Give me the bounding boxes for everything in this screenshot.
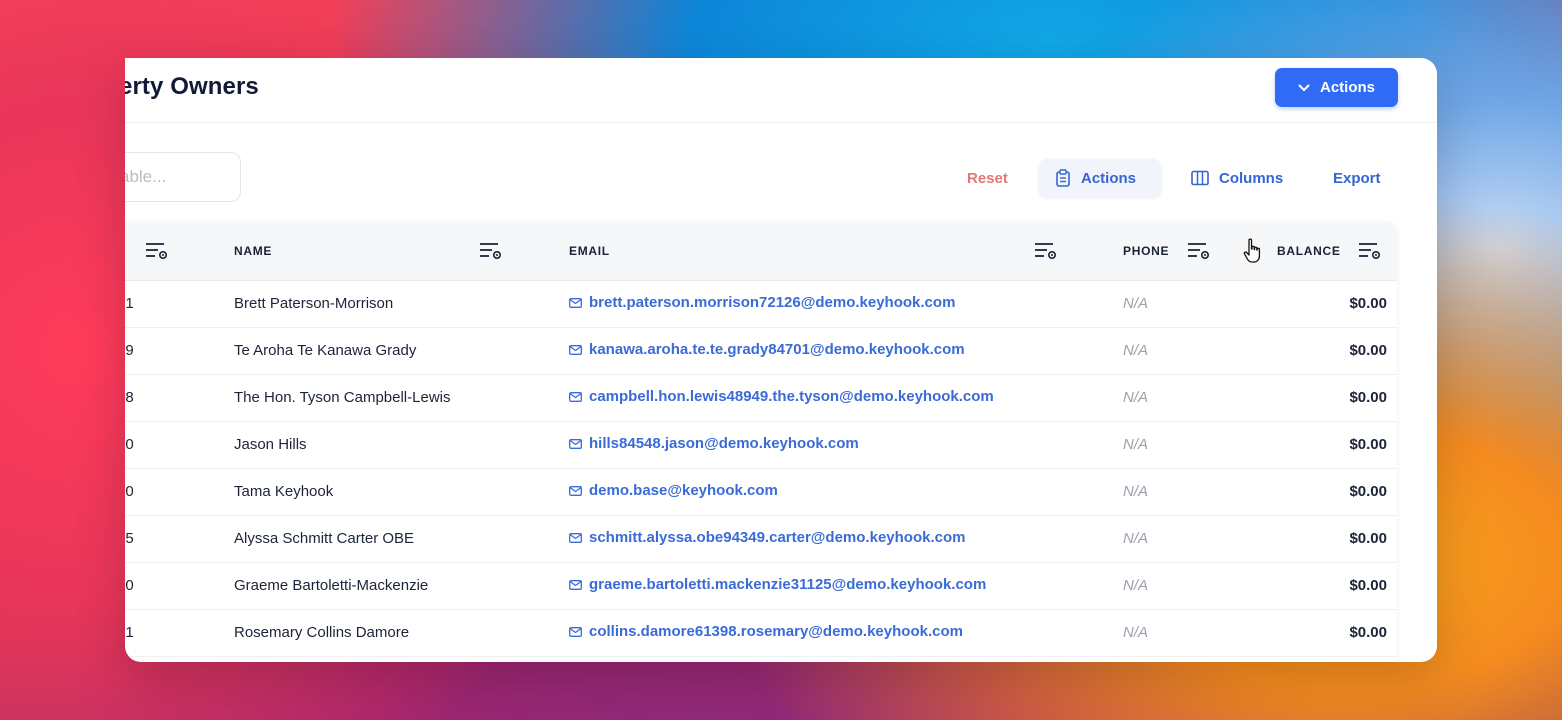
- header-email[interactable]: EMAIL: [569, 244, 610, 258]
- cell-name: Jason Hills: [234, 436, 307, 453]
- cell-phone: N/A: [1123, 389, 1149, 406]
- table-row[interactable]: 40 Graeme Bartoletti-Mackenzie graeme.ba…: [125, 563, 1397, 610]
- column-settings-icon[interactable]: [479, 241, 503, 268]
- page-title: erty Owners: [125, 73, 259, 100]
- cell-id: 31: [125, 295, 134, 312]
- mail-icon: [569, 626, 582, 637]
- primary-actions-label: Actions: [1319, 79, 1375, 96]
- cell-phone: N/A: [1123, 295, 1149, 312]
- cell-id: 30: [125, 483, 134, 500]
- clipboard-icon: [1056, 169, 1070, 187]
- property-owners-window: erty Owners Actions able... Reset Action…: [125, 58, 1437, 662]
- cell-name: Rosemary Collins Damore: [234, 624, 410, 641]
- cell-id: 29: [125, 342, 134, 359]
- table-toolbar: able... Reset Actions Columns Export: [125, 123, 1437, 221]
- cell-balance: $0.00: [1349, 295, 1387, 312]
- table-row[interactable]: 31 Brett Paterson-Morrison brett.paterso…: [125, 281, 1397, 328]
- cell-phone: N/A: [1123, 436, 1149, 453]
- mail-icon: [569, 438, 582, 449]
- cell-name: Brett Paterson-Morrison: [234, 295, 394, 312]
- cell-email[interactable]: hills84548.jason@demo.keyhook.com: [569, 435, 859, 452]
- column-settings-icon[interactable]: [1187, 241, 1211, 268]
- email-link[interactable]: graeme.bartoletti.mackenzie31125@demo.ke…: [589, 576, 986, 593]
- cell-email[interactable]: graeme.bartoletti.mackenzie31125@demo.ke…: [569, 576, 986, 593]
- cell-phone: N/A: [1123, 342, 1149, 359]
- reset-label: Reset: [967, 169, 1008, 187]
- primary-actions-button[interactable]: Actions: [1275, 68, 1398, 107]
- mail-icon: [569, 485, 582, 496]
- table-row[interactable]: 35 Alyssa Schmitt Carter OBE schmitt.aly…: [125, 516, 1397, 563]
- cell-balance: $0.00: [1349, 577, 1387, 594]
- cell-email[interactable]: kanawa.aroha.te.te.grady84701@demo.keyho…: [569, 341, 965, 358]
- email-link[interactable]: campbell.hon.lewis48949.the.tyson@demo.k…: [589, 388, 994, 405]
- cell-phone: N/A: [1123, 624, 1149, 641]
- email-link[interactable]: schmitt.alyssa.obe94349.carter@demo.keyh…: [589, 529, 965, 546]
- table-actions-label: Actions: [1081, 169, 1137, 187]
- export-button[interactable]: Export: [1317, 159, 1397, 197]
- mail-icon: [569, 579, 582, 590]
- cell-email[interactable]: schmitt.alyssa.obe94349.carter@demo.keyh…: [569, 529, 965, 546]
- email-link[interactable]: hills84548.jason@demo.keyhook.com: [589, 435, 859, 452]
- export-label: Export: [1333, 169, 1381, 187]
- columns-label: Columns: [1219, 169, 1284, 187]
- table-row[interactable]: 38 The Hon. Tyson Campbell-Lewis campbel…: [125, 375, 1397, 422]
- table-actions-button[interactable]: Actions: [1039, 159, 1161, 197]
- header-name[interactable]: NAME: [234, 244, 272, 258]
- table-row[interactable]: 30 Jason Hills hills84548.jason@demo.key…: [125, 422, 1397, 469]
- cell-balance: $0.00: [1349, 342, 1387, 359]
- table-header-row: NAME EMAIL PHONE BALANCE: [125, 222, 1397, 281]
- email-link[interactable]: demo.base@keyhook.com: [589, 482, 778, 499]
- cell-phone: N/A: [1123, 530, 1149, 547]
- cell-balance: $0.00: [1349, 624, 1387, 641]
- table-row[interactable]: 30 Tama Keyhook demo.base@keyhook.com N/…: [125, 469, 1397, 516]
- owners-table: NAME EMAIL PHONE BALANCE 31 Brett Paters…: [125, 222, 1397, 662]
- cell-balance: $0.00: [1349, 389, 1387, 406]
- cell-email[interactable]: demo.base@keyhook.com: [569, 482, 778, 499]
- table-row[interactable]: 41 Rosemary Collins Damore collins.damor…: [125, 610, 1397, 657]
- mail-icon: [569, 532, 582, 543]
- cell-balance: $0.00: [1349, 530, 1387, 547]
- email-link[interactable]: kanawa.aroha.te.te.grady84701@demo.keyho…: [589, 341, 965, 358]
- reset-button[interactable]: Reset: [953, 159, 1022, 197]
- cell-phone: N/A: [1123, 483, 1149, 500]
- email-link[interactable]: brett.paterson.morrison72126@demo.keyhoo…: [589, 294, 955, 311]
- column-settings-icon[interactable]: [1358, 241, 1382, 268]
- page-header: erty Owners Actions: [125, 58, 1437, 123]
- search-input[interactable]: able...: [125, 152, 241, 202]
- chevron-down-icon: [1298, 84, 1310, 91]
- cell-email[interactable]: brett.paterson.morrison72126@demo.keyhoo…: [569, 294, 955, 311]
- cell-id: 35: [125, 530, 134, 547]
- cell-id: 38: [125, 389, 134, 406]
- pointer-cursor-icon: [1243, 238, 1261, 263]
- mail-icon: [569, 297, 582, 308]
- cell-name: Te Aroha Te Kanawa Grady: [234, 342, 417, 359]
- cell-email[interactable]: collins.damore61398.rosemary@demo.keyhoo…: [569, 623, 963, 640]
- cell-name: Alyssa Schmitt Carter OBE: [234, 530, 415, 547]
- cell-id: 30: [125, 436, 134, 453]
- cell-name: The Hon. Tyson Campbell-Lewis: [234, 389, 451, 406]
- mail-icon: [569, 344, 582, 355]
- cell-email[interactable]: campbell.hon.lewis48949.the.tyson@demo.k…: [569, 388, 994, 405]
- table-row[interactable]: 29 Te Aroha Te Kanawa Grady kanawa.aroha…: [125, 328, 1397, 375]
- column-settings-icon[interactable]: [145, 241, 169, 268]
- email-link[interactable]: collins.damore61398.rosemary@demo.keyhoo…: [589, 623, 963, 640]
- cell-id: 41: [125, 624, 134, 641]
- cell-id: 40: [125, 577, 134, 594]
- columns-button[interactable]: Columns: [1175, 159, 1299, 197]
- mail-icon: [569, 391, 582, 402]
- search-placeholder: able...: [125, 167, 167, 186]
- column-settings-icon[interactable]: [1034, 241, 1058, 268]
- header-balance[interactable]: BALANCE: [1277, 244, 1341, 258]
- cell-name: Tama Keyhook: [234, 483, 334, 500]
- columns-icon: [1191, 170, 1209, 186]
- cell-balance: $0.00: [1349, 483, 1387, 500]
- header-phone[interactable]: PHONE: [1123, 244, 1169, 258]
- cell-phone: N/A: [1123, 577, 1149, 594]
- cell-name: Graeme Bartoletti-Mackenzie: [234, 577, 429, 594]
- cell-balance: $0.00: [1349, 436, 1387, 453]
